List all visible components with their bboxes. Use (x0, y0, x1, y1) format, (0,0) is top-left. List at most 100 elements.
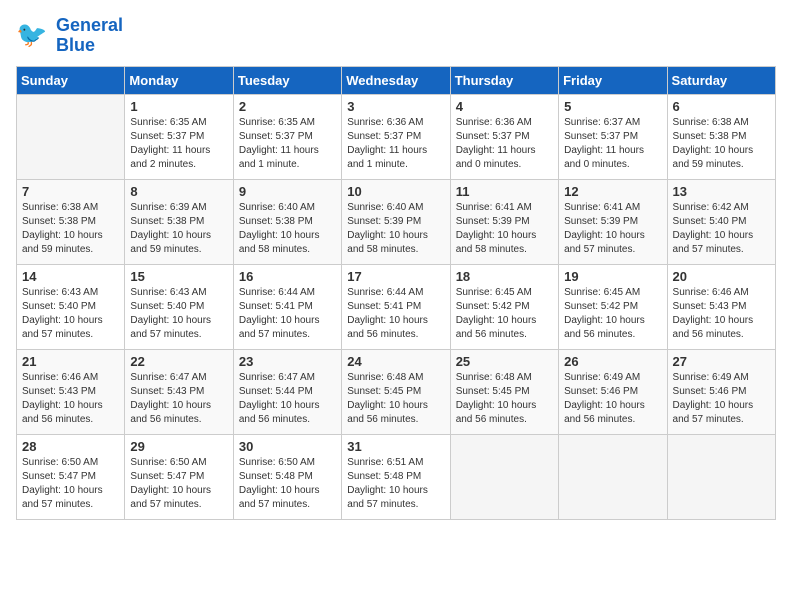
day-info: Sunrise: 6:47 AM Sunset: 5:44 PM Dayligh… (239, 371, 336, 427)
day-number: 24 (347, 354, 444, 369)
day-number: 3 (347, 99, 444, 114)
day-info: Sunrise: 6:44 AM Sunset: 5:41 PM Dayligh… (239, 286, 336, 342)
day-number: 21 (22, 354, 119, 369)
calendar-cell: 6 Sunrise: 6:38 AM Sunset: 5:38 PM Daylig… (667, 94, 775, 179)
logo-blue: Blue (56, 35, 95, 55)
day-info: Sunrise: 6:47 AM Sunset: 5:43 PM Dayligh… (130, 371, 227, 427)
day-info: Sunrise: 6:45 AM Sunset: 5:42 PM Dayligh… (564, 286, 661, 342)
calendar-cell: 7Sunrise: 6:38 AM Sunset: 5:38 PM Daylig… (17, 179, 125, 264)
day-info: Sunrise: 6:50 AM Sunset: 5:47 PM Dayligh… (22, 456, 119, 512)
day-info: Sunrise: 6:36 AM Sunset: 5:37 PM Dayligh… (456, 116, 553, 172)
day-number: 2 (239, 99, 336, 114)
calendar-cell (559, 434, 667, 519)
svg-text:🐦: 🐦 (16, 21, 47, 49)
logo: 🐦 General Blue (16, 16, 123, 56)
day-info: Sunrise: 6:44 AM Sunset: 5:41 PM Dayligh… (347, 286, 444, 342)
day-info: Sunrise: 6:46 AM Sunset: 5:43 PM Dayligh… (22, 371, 119, 427)
col-header-tuesday: Tuesday (233, 66, 341, 94)
day-info: Sunrise: 6:50 AM Sunset: 5:47 PM Dayligh… (130, 456, 227, 512)
day-info: Sunrise: 6:48 AM Sunset: 5:45 PM Dayligh… (456, 371, 553, 427)
day-info: Sunrise: 6:36 AM Sunset: 5:37 PM Dayligh… (347, 116, 444, 172)
day-number: 1 (130, 99, 227, 114)
day-number: 10 (347, 184, 444, 199)
col-header-sunday: Sunday (17, 66, 125, 94)
day-number: 30 (239, 439, 336, 454)
day-info: Sunrise: 6:46 AM Sunset: 5:43 PM Dayligh… (673, 286, 770, 342)
day-info: Sunrise: 6:42 AM Sunset: 5:40 PM Dayligh… (673, 201, 770, 257)
calendar-cell: 11 Sunrise: 6:41 AM Sunset: 5:39 PM Dayli… (450, 179, 558, 264)
calendar-cell: 2 Sunrise: 6:35 AM Sunset: 5:37 PM Daylig… (233, 94, 341, 179)
calendar-cell (17, 94, 125, 179)
calendar-week-row: 28 Sunrise: 6:50 AM Sunset: 5:47 PM Dayli… (17, 434, 776, 519)
day-info: Sunrise: 6:35 AM Sunset: 5:37 PM Dayligh… (239, 116, 336, 172)
day-number: 27 (673, 354, 770, 369)
calendar-cell: 10 Sunrise: 6:40 AM Sunset: 5:39 PM Dayli… (342, 179, 450, 264)
calendar-cell: 1 Sunrise: 6:35 AM Sunset: 5:37 PM Daylig… (125, 94, 233, 179)
day-number: 9 (239, 184, 336, 199)
day-info: Sunrise: 6:35 AM Sunset: 5:37 PM Dayligh… (130, 116, 227, 172)
calendar-cell: 16 Sunrise: 6:44 AM Sunset: 5:41 PM Dayli… (233, 264, 341, 349)
calendar-cell: 24 Sunrise: 6:48 AM Sunset: 5:45 PM Dayli… (342, 349, 450, 434)
day-info: Sunrise: 6:50 AM Sunset: 5:48 PM Dayligh… (239, 456, 336, 512)
page-header: 🐦 General Blue (16, 16, 776, 56)
day-info: Sunrise: 6:39 AM Sunset: 5:38 PM Dayligh… (130, 201, 227, 257)
calendar-cell: 29 Sunrise: 6:50 AM Sunset: 5:47 PM Dayli… (125, 434, 233, 519)
calendar-week-row: 1 Sunrise: 6:35 AM Sunset: 5:37 PM Daylig… (17, 94, 776, 179)
day-number: 26 (564, 354, 661, 369)
calendar-week-row: 21 Sunrise: 6:46 AM Sunset: 5:43 PM Dayli… (17, 349, 776, 434)
calendar-cell (667, 434, 775, 519)
logo-icon: 🐦 (16, 18, 52, 54)
calendar-cell: 23 Sunrise: 6:47 AM Sunset: 5:44 PM Dayli… (233, 349, 341, 434)
calendar-cell (450, 434, 558, 519)
day-number: 23 (239, 354, 336, 369)
calendar-cell: 31 Sunrise: 6:51 AM Sunset: 5:48 PM Dayli… (342, 434, 450, 519)
calendar-cell: 19 Sunrise: 6:45 AM Sunset: 5:42 PM Dayli… (559, 264, 667, 349)
calendar-cell: 27 Sunrise: 6:49 AM Sunset: 5:46 PM Dayli… (667, 349, 775, 434)
col-header-thursday: Thursday (450, 66, 558, 94)
day-number: 12 (564, 184, 661, 199)
calendar-cell: 5Sunrise: 6:37 AM Sunset: 5:37 PM Daylig… (559, 94, 667, 179)
day-number: 28 (22, 439, 119, 454)
day-info: Sunrise: 6:49 AM Sunset: 5:46 PM Dayligh… (673, 371, 770, 427)
day-info: Sunrise: 6:48 AM Sunset: 5:45 PM Dayligh… (347, 371, 444, 427)
calendar-cell: 25 Sunrise: 6:48 AM Sunset: 5:45 PM Dayli… (450, 349, 558, 434)
day-info: Sunrise: 6:37 AM Sunset: 5:37 PM Dayligh… (564, 116, 661, 172)
day-number: 15 (130, 269, 227, 284)
day-info: Sunrise: 6:40 AM Sunset: 5:38 PM Dayligh… (239, 201, 336, 257)
col-header-friday: Friday (559, 66, 667, 94)
calendar-week-row: 14 Sunrise: 6:43 AM Sunset: 5:40 PM Dayli… (17, 264, 776, 349)
day-number: 19 (564, 269, 661, 284)
calendar-header-row: SundayMondayTuesdayWednesdayThursdayFrid… (17, 66, 776, 94)
day-number: 31 (347, 439, 444, 454)
day-info: Sunrise: 6:45 AM Sunset: 5:42 PM Dayligh… (456, 286, 553, 342)
day-info: Sunrise: 6:38 AM Sunset: 5:38 PM Dayligh… (673, 116, 770, 172)
day-number: 20 (673, 269, 770, 284)
day-number: 6 (673, 99, 770, 114)
day-number: 22 (130, 354, 227, 369)
day-info: Sunrise: 6:51 AM Sunset: 5:48 PM Dayligh… (347, 456, 444, 512)
logo-text: General Blue (56, 16, 123, 56)
day-info: Sunrise: 6:40 AM Sunset: 5:39 PM Dayligh… (347, 201, 444, 257)
day-info: Sunrise: 6:43 AM Sunset: 5:40 PM Dayligh… (130, 286, 227, 342)
day-number: 13 (673, 184, 770, 199)
day-number: 14 (22, 269, 119, 284)
day-number: 16 (239, 269, 336, 284)
calendar-cell: 28 Sunrise: 6:50 AM Sunset: 5:47 PM Dayli… (17, 434, 125, 519)
calendar-cell: 13 Sunrise: 6:42 AM Sunset: 5:40 PM Dayli… (667, 179, 775, 264)
calendar-cell: 21 Sunrise: 6:46 AM Sunset: 5:43 PM Dayli… (17, 349, 125, 434)
day-info: Sunrise: 6:49 AM Sunset: 5:46 PM Dayligh… (564, 371, 661, 427)
day-info: Sunrise: 6:43 AM Sunset: 5:40 PM Dayligh… (22, 286, 119, 342)
day-number: 25 (456, 354, 553, 369)
logo-general: General (56, 15, 123, 35)
calendar-cell: 22 Sunrise: 6:47 AM Sunset: 5:43 PM Dayli… (125, 349, 233, 434)
day-number: 7 (22, 184, 119, 199)
calendar-cell: 8Sunrise: 6:39 AM Sunset: 5:38 PM Daylig… (125, 179, 233, 264)
day-number: 4 (456, 99, 553, 114)
day-info: Sunrise: 6:41 AM Sunset: 5:39 PM Dayligh… (456, 201, 553, 257)
day-number: 29 (130, 439, 227, 454)
calendar-cell: 18Sunrise: 6:45 AM Sunset: 5:42 PM Dayli… (450, 264, 558, 349)
calendar-cell: 3 Sunrise: 6:36 AM Sunset: 5:37 PM Daylig… (342, 94, 450, 179)
calendar-week-row: 7Sunrise: 6:38 AM Sunset: 5:38 PM Daylig… (17, 179, 776, 264)
day-number: 11 (456, 184, 553, 199)
calendar-cell: 17Sunrise: 6:44 AM Sunset: 5:41 PM Dayli… (342, 264, 450, 349)
